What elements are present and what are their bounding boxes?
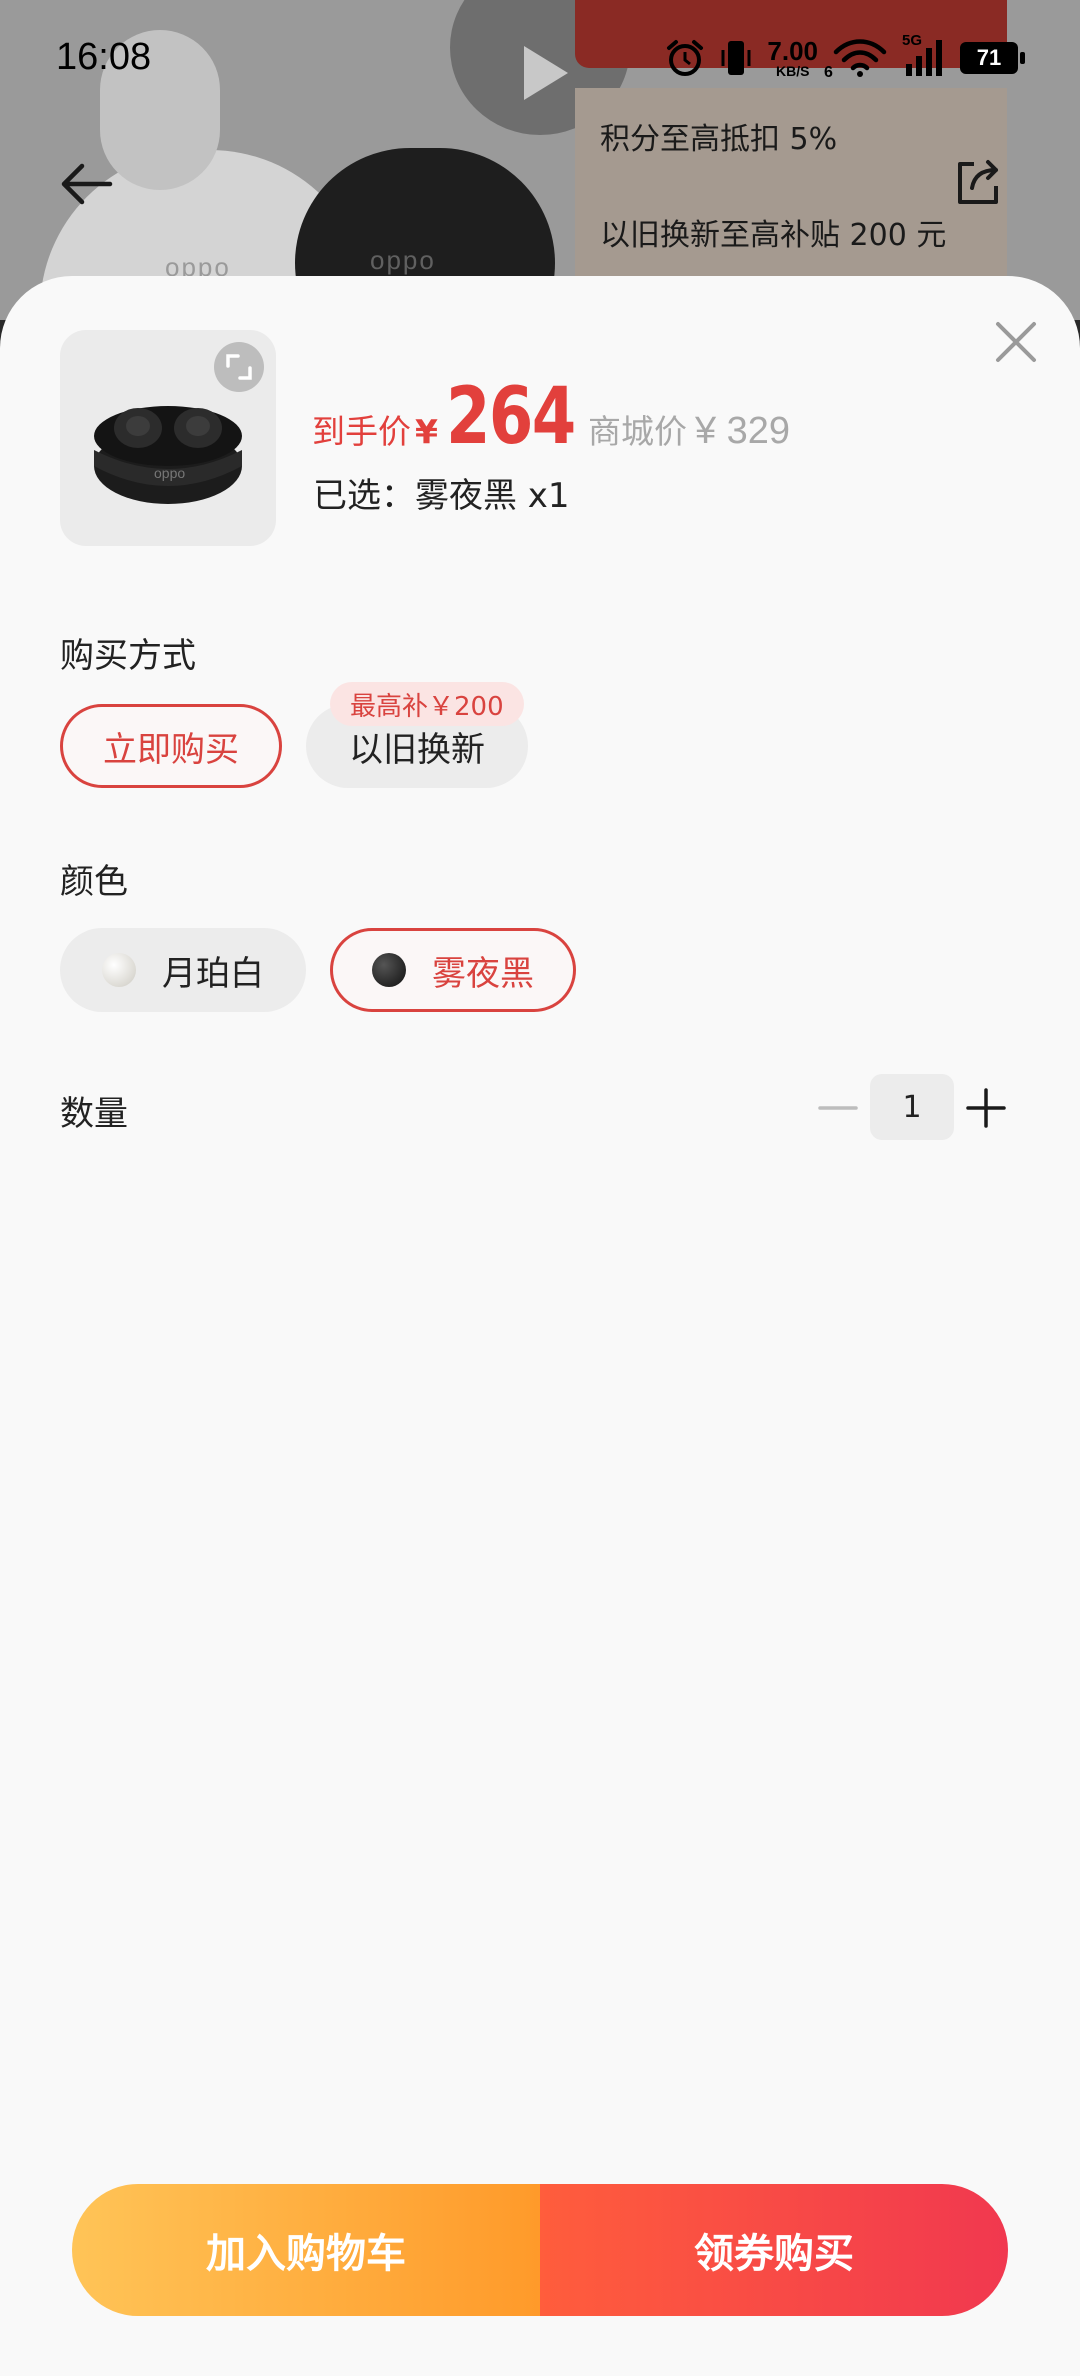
option-buy-now-label: 立即购买 xyxy=(103,729,239,770)
mall-price: ¥ 329 xyxy=(694,410,791,452)
mall-price-label: 商城价 xyxy=(587,412,687,451)
final-price-label: 到手价 xyxy=(312,412,411,451)
svg-text:oppo: oppo xyxy=(154,465,185,481)
status-bar: 16:08 7.00 KB/S 6 5G 71 xyxy=(0,0,1080,120)
app-root: oppo oppo 积分至高抵扣 5% 以旧换新至高补贴 200 元 16:08 xyxy=(0,0,1080,2376)
trade-in-subsidy-badge: 最高补￥200 xyxy=(330,682,524,726)
network-speed-unit: KB/S xyxy=(775,63,810,79)
product-thumbnail[interactable]: oppo xyxy=(60,330,276,546)
alarm-icon xyxy=(667,40,704,76)
sim-slot-label: 6 xyxy=(824,64,833,81)
quantity-title: 数量 xyxy=(60,1094,128,1134)
close-icon[interactable] xyxy=(990,316,1042,368)
quantity-stepper[interactable]: 1 xyxy=(870,1074,954,1140)
color-option-label: 雾夜黑 xyxy=(432,953,534,994)
selected-sku-summary: 已选：雾夜黑 x1 xyxy=(313,476,570,516)
color-option-label: 月珀白 xyxy=(162,953,264,994)
mist-black-swatch xyxy=(372,953,406,987)
add-to-cart-button[interactable]: 加入购物车 xyxy=(72,2184,540,2316)
plus-icon[interactable] xyxy=(960,1082,1012,1134)
option-buy-now[interactable]: 立即购买 xyxy=(60,704,282,788)
status-icons: 7.00 KB/S 6 5G 71 xyxy=(665,32,1025,81)
network-speed-value: 7.00 xyxy=(767,36,818,66)
minus-icon[interactable] xyxy=(814,1084,862,1132)
currency-symbol: ¥ xyxy=(415,412,438,451)
color-option-mist-black[interactable]: 雾夜黑 xyxy=(330,928,576,1012)
promo-line: 以旧换新至高补贴 200 元 xyxy=(600,218,947,253)
color-title: 颜色 xyxy=(60,862,128,902)
vibrate-icon xyxy=(721,41,751,75)
black-case-logo: oppo xyxy=(370,245,436,275)
price-row: 到手价 ¥ 264 商城价 ¥ 329 xyxy=(312,372,790,462)
share-icon[interactable] xyxy=(952,156,1004,208)
wifi-indicator: 6 xyxy=(824,38,888,81)
moon-white-swatch xyxy=(102,953,136,987)
purchase-method-title: 购买方式 xyxy=(60,636,196,676)
battery-icon: 71 xyxy=(960,42,1025,74)
battery-level: 71 xyxy=(976,45,1002,70)
option-trade-in-label: 以旧换新 xyxy=(349,729,485,770)
status-time: 16:08 xyxy=(56,36,152,78)
network-type-label: 5G xyxy=(902,32,923,49)
buy-with-coupon-button[interactable]: 领券购买 xyxy=(540,2184,1008,2316)
sku-selection-sheet: oppo 到手价 ¥ 264 商城价 ¥ 329 已选：雾夜黑 x1 购买方式 … xyxy=(0,276,1080,2376)
action-bar: 加入购物车 领券购买 xyxy=(72,2184,1008,2316)
wifi-icon xyxy=(833,39,887,77)
expand-icon xyxy=(226,354,252,380)
network-speed: 7.00 KB/S xyxy=(767,38,818,78)
expand-image-button[interactable] xyxy=(214,342,264,392)
promo-line: 积分至高抵扣 5% xyxy=(600,122,838,157)
back-arrow-icon[interactable] xyxy=(58,160,114,208)
quantity-value: 1 xyxy=(902,1089,922,1125)
buy-with-coupon-label: 领券购买 xyxy=(694,2231,854,2277)
final-price: 264 xyxy=(445,372,576,462)
cellular-indicator: 5G xyxy=(902,32,946,78)
add-to-cart-label: 加入购物车 xyxy=(206,2231,406,2277)
color-option-moon-white[interactable]: 月珀白 xyxy=(60,928,306,1012)
